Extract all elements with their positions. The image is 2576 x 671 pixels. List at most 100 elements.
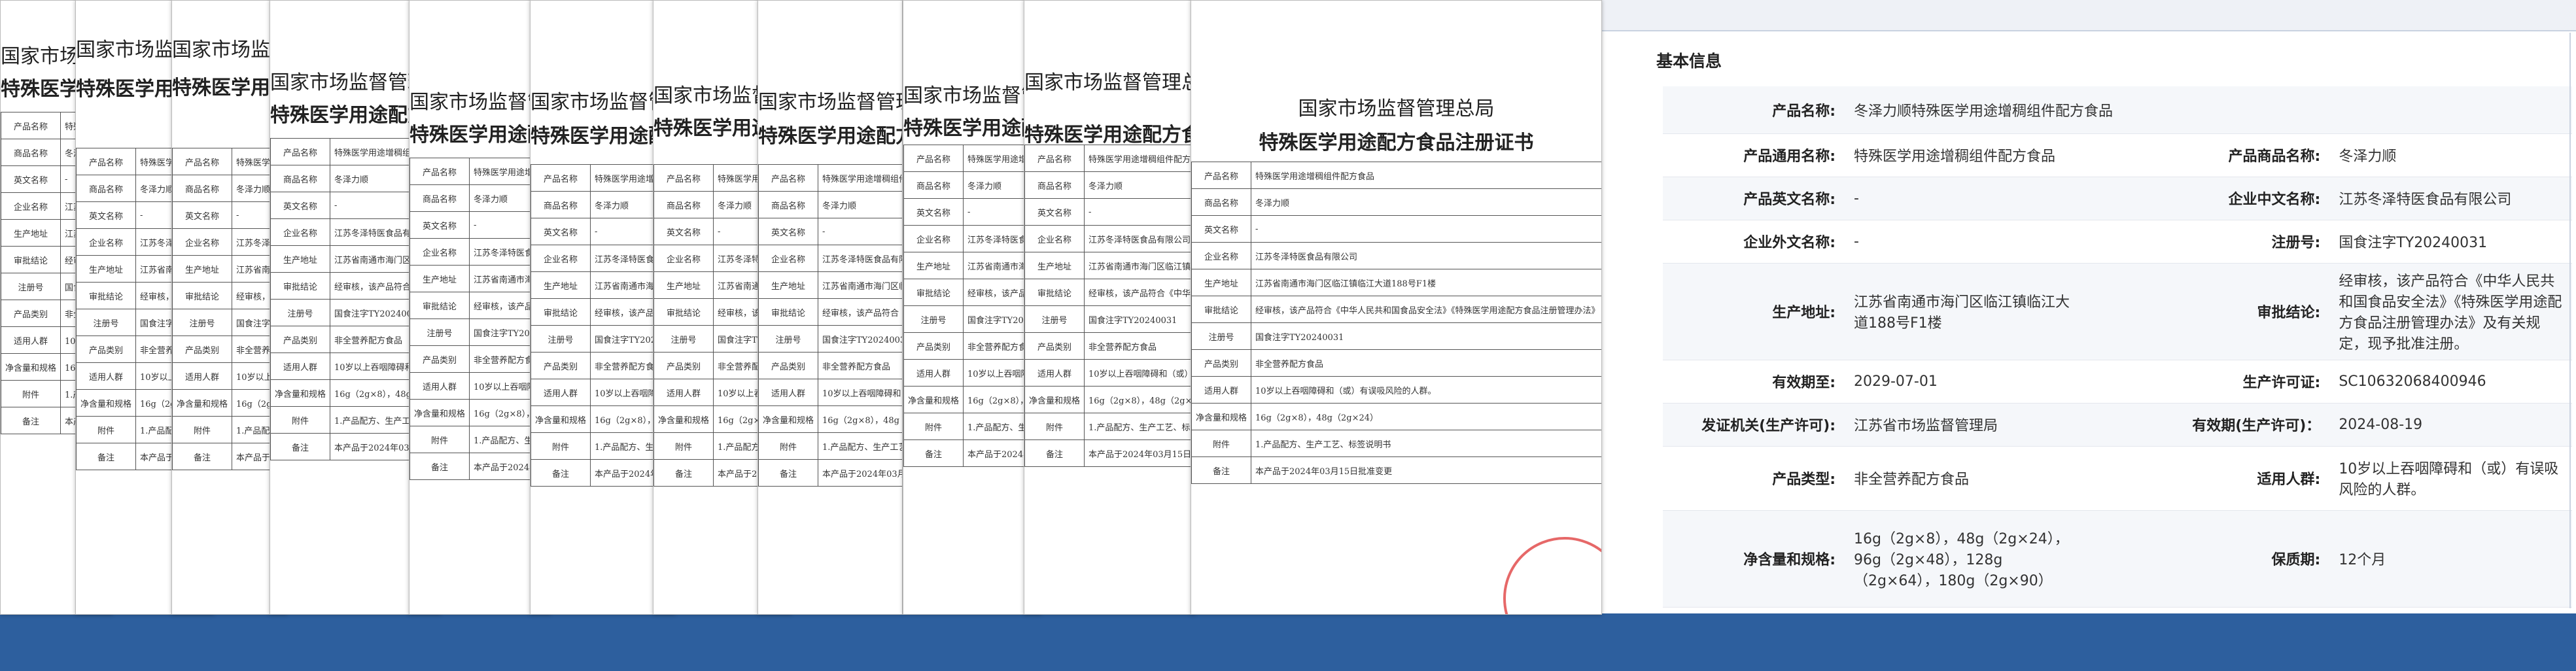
certificate-field-label: 生产地址 [531,271,591,299]
certificate-row: 产品名称特殊医学用途增稠组件配方食品 [758,164,902,192]
certificate-field-label: 生产地址 [76,255,137,283]
info-row-common-name: 产品通用名称: 特殊医学用途增稠组件配方食品 产品商品名称: 冬泽力顺 [1663,133,2572,177]
certificate-field-label: 适用人群 [409,372,470,400]
info-row-product-name: 产品名称: 冬泽力顺特殊医学用途增稠组件配方食品 [1663,86,2572,134]
certificate-field-label: 英文名称 [172,201,233,229]
certificate-field-value: 江苏省南通市海门区临江镇临江大道188号F1楼 [1251,269,1601,296]
certificate-title: 特殊医学用途配方食品注册证书 [903,117,1041,140]
certificate-field-value: 冬泽力顺 [818,191,902,218]
certificate-field-label: 产品类别 [1,300,61,327]
value-approval-conclusion: 经审核，该产品符合《中华人民共和国食品安全法》《特殊医学用途配方食品注册管理办法… [2329,263,2572,360]
certificate-field-label: 备注 [409,453,470,480]
certificate-row: 商品名称冬泽力顺 [758,191,902,218]
certificate-title-authority: 国家市场监督管理总局 [1024,71,1194,94]
certificate-field-label: 附件 [758,432,819,460]
certificate-field-label: 企业名称 [903,225,964,252]
certificate-field-value: 冬泽力顺 [1084,171,1194,199]
label-shelf-life: 保质期: [2087,510,2330,608]
certificate-field-value: 10岁以上吞咽障碍和（或）有误吸风险的人群。 [818,379,902,406]
certificate-row: 审批结论经审核，该产品符合《中华人民共和国食品安全法》《特殊医学用途配方食品注册… [903,279,1041,306]
certificate-field-label: 适用人群 [76,362,137,390]
certificate-field-label: 商品名称 [1191,188,1252,216]
certificate-row: 产品名称特殊医学用途增稠组件配方食品 [1191,162,1601,189]
certificate-field-value: 经审核，该产品符合《中华人民共和国食品安全法》《特殊医学用途配方食品注册管理办法… [818,298,902,326]
certificate-field-label: 企业名称 [270,218,331,246]
info-row-address: 生产地址: 江苏省南通市海门区临江镇临江大道188号F1楼 审批结论: 经审核，… [1663,263,2572,360]
certificate-field-label: 审批结论 [409,292,470,319]
certificate-row: 注册号国食注字TY20240031 [758,325,902,353]
certificate-field-label: 企业名称 [409,238,470,266]
certificate-field-label: 净含量和规格 [76,389,137,417]
certificate-row: 适用人群10岁以上吞咽障碍和（或）有误吸风险的人群。 [1191,376,1601,404]
certificate-field-label: 注册号 [531,325,591,353]
certificate-field-label: 产品类别 [409,345,470,373]
certificate-field-label: 审批结论 [758,298,819,326]
certificate-field-value: 江苏冬泽特医食品有限公司 [1251,242,1601,269]
certificate-row: 注册号国食注字TY20240031 [1024,305,1194,333]
info-row-company-foreign: 企业外文名称: - 注册号: 国食注字TY20240031 [1663,220,2572,264]
certificate-field-label: 适用人群 [903,359,964,387]
value-company-cn: 江苏冬泽特医食品有限公司 [2329,177,2572,220]
certificate-field-label: 生产地址 [270,245,331,273]
certificate-title-authority: 国家市场监督管理总局 [903,84,1041,107]
certificate-table: 产品名称特殊医学用途增稠组件配方食品商品名称冬泽力顺英文名称-企业名称江苏冬泽特… [758,164,902,487]
certificate-field-label: 审批结论 [1191,296,1252,323]
certificate-field-label: 备注 [172,443,233,470]
certificate-field-label: 企业名称 [653,245,714,272]
certificate-row: 产品名称特殊医学用途增稠组件配方食品 [1024,145,1194,172]
certificate-field-value: 特殊医学用途增稠组件配方食品 [818,164,902,192]
certificate-field-value: 本产品于2024年03月15日批准变更 [1251,456,1601,484]
certificate-field-value: 江苏冬泽特医食品有限公司 [818,245,902,272]
certificate-field-label: 生产地址 [1,219,61,247]
certificate-row: 审批结论经审核，该产品符合《中华人民共和国食品安全法》《特殊医学用途配方食品注册… [758,298,902,326]
certificate-field-label: 商品名称 [903,171,964,199]
certificate-field-label: 审批结论 [1,246,61,273]
certificate-field-label: 生产地址 [653,271,714,299]
certificate-field-label: 英文名称 [531,218,591,245]
certificate-title: 特殊医学用途配方食品注册证书 [1024,124,1194,146]
certificate-field-label: 生产地址 [758,271,819,299]
certificate-field-label: 净含量和规格 [1191,403,1252,430]
certificate-field-label: 审批结论 [172,282,233,309]
certificate-field-label: 备注 [76,443,137,470]
certificate-row: 英文名称 - [1191,215,1601,243]
certificate-row: 商品名称冬泽力顺 [903,171,1041,199]
certificate-field-label: 备注 [270,433,331,460]
certificate-field-label: 净含量和规格 [172,389,233,417]
certificate-table: 产品名称特殊医学用途增稠组件配方食品商品名称冬泽力顺英文名称-企业名称江苏冬泽特… [1191,162,1601,484]
certificate-title-authority: 国家市场监督管理总局 [758,91,902,114]
certificate-field-label: 英文名称 [1024,198,1085,226]
certificate-row: 产品类别非全营养配方食品 [903,332,1041,360]
certificate-row: 适用人群10岁以上吞咽障碍和（或）有误吸风险的人群。 [758,379,902,406]
certificate-row: 适用人群10岁以上吞咽障碍和（或）有误吸风险的人群。 [1024,359,1194,387]
certificate-field-label: 产品名称 [1024,145,1085,172]
certificate-field-value: 江苏省南通市海门区临江镇临江大道188号F1楼 [818,271,902,299]
certificate-field-label: 适用人群 [1024,359,1085,387]
certificate-row: 企业名称江苏冬泽特医食品有限公司 [758,245,902,272]
certificate-image: 国家市场监督管理总局特殊医学用途配方食品注册证书产品名称特殊医学用途增稠组件配方… [1191,0,1602,615]
certificate-field-value: 本产品于2024年03月15日批准变更 [1084,439,1194,467]
certificate-field-label: 企业名称 [531,245,591,272]
certificate-field-label: 企业名称 [758,245,819,272]
certificate-field-label: 生产地址 [172,255,233,283]
certificate-field-label: 商品名称 [270,165,331,192]
certificate-row: 英文名称 - [758,218,902,245]
certificate-field-value: 非全营养配方食品 [818,352,902,379]
certificate-title: 特殊医学用途配方食品注册证书 [1259,131,1534,154]
certificate-field-value: 本产品于2024年03月15日批准变更 [818,459,902,487]
value-english-name: - [1845,177,2087,220]
certificate-row: 产品类别非全营养配方食品 [758,352,902,379]
certificate-field-label: 适用人群 [270,353,331,380]
certificate-field-value: - [1084,198,1194,226]
certificate-field-label: 附件 [409,426,470,453]
value-valid-until: 2029-07-01 [1845,360,2087,404]
label-target-population: 适用人群: [2087,446,2330,511]
certificate-image: 国家市场监督管理总局特殊医学用途配方食品注册证书产品名称特殊医学用途增稠组件配方… [1024,0,1195,615]
certificate-field-label: 产品名称 [409,158,470,185]
certificate-row: 备注本产品于2024年03月15日批准变更 [758,459,902,487]
info-row-product-type: 产品类型: 非全营养配方食品 适用人群: 10岁以上吞咽障碍和（或）有误吸风险的… [1663,446,2572,511]
certificate-field-label: 审批结论 [531,298,591,326]
certificate-field-label: 适用人群 [758,379,819,406]
certificate-row: 企业名称江苏冬泽特医食品有限公司 [903,225,1041,252]
info-row-net-content: 净含量和规格: 16g（2g×8），48g（2g×24），96g（2g×48），… [1663,510,2572,608]
